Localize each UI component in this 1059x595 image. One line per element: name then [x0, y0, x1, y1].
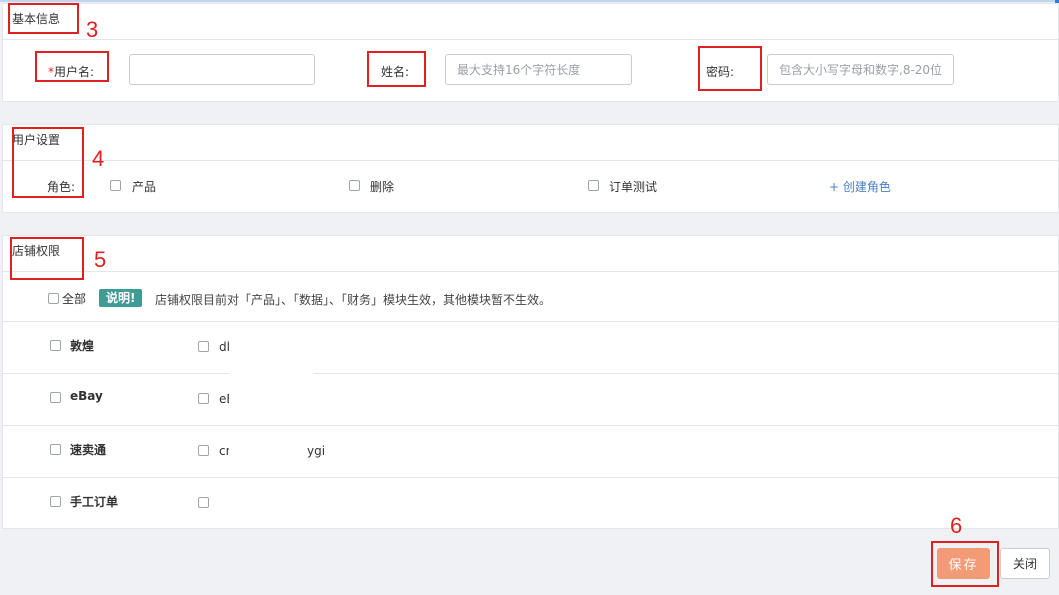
- store-sub-checkbox-4[interactable]: [198, 497, 209, 508]
- annotation-box-password: [698, 46, 762, 91]
- store-sub-checkbox-1[interactable]: [198, 341, 209, 352]
- role-label-order-test: 订单测试: [609, 180, 658, 194]
- store-row-divider: [3, 477, 1059, 478]
- store-label-ebay: eBay: [70, 389, 103, 403]
- note-text: 店铺权限目前对「产品」、「数据」、「财务」模块生效，其他模块暂不生效。: [155, 293, 552, 307]
- all-stores-checkbox[interactable]: [48, 293, 59, 304]
- redaction-mask: [229, 334, 313, 424]
- user-settings-panel: 用户设置 角色: 产品 删除 订单测试 + 创建角色: [2, 124, 1059, 213]
- basic-info-panel: 基本信息 *用户名: 姓名: 密码:: [2, 3, 1059, 102]
- step-number-3: 3: [86, 17, 99, 42]
- user-settings-title: 用户设置: [3, 125, 1058, 161]
- store-label-dunhuang: 敦煌: [70, 339, 95, 353]
- annotation-box-basic-info: [8, 3, 79, 34]
- annotation-box-store-permissions: [10, 237, 84, 280]
- step-number-6: 6: [950, 513, 963, 538]
- username-input[interactable]: [129, 54, 315, 85]
- top-accent-line: [0, 0, 1059, 2]
- all-stores-label: 全部: [62, 292, 87, 306]
- store-sub-label-3-extra: ygi: [307, 444, 326, 458]
- step-number-5: 5: [94, 247, 107, 272]
- redaction-mask: [229, 434, 307, 464]
- password-input[interactable]: [767, 54, 954, 85]
- store-checkbox-dunhuang[interactable]: [50, 340, 61, 351]
- store-permissions-title: 店铺权限: [3, 236, 1058, 272]
- store-label-manual-order: 手工订单: [70, 495, 119, 509]
- basic-info-title: 基本信息: [3, 4, 1058, 40]
- annotation-box-save: [931, 541, 999, 587]
- step-number-4: 4: [92, 146, 105, 171]
- store-checkbox-ebay[interactable]: [50, 392, 61, 403]
- store-checkbox-manual-order[interactable]: [50, 496, 61, 507]
- store-row-divider: [3, 321, 1059, 322]
- store-permissions-panel: 店铺权限 全部 说明! 店铺权限目前对「产品」、「数据」、「财务」模块生效，其他…: [2, 235, 1059, 529]
- store-checkbox-aliexpress[interactable]: [50, 444, 61, 455]
- role-label-product: 产品: [132, 180, 157, 194]
- note-badge: 说明!: [99, 289, 143, 307]
- store-label-aliexpress: 速卖通: [70, 443, 107, 457]
- close-button[interactable]: 关闭: [1000, 548, 1050, 579]
- store-row-divider: [3, 373, 1059, 374]
- role-checkbox-delete[interactable]: [349, 180, 360, 191]
- annotation-box-name: [367, 51, 426, 87]
- store-row-divider: [3, 425, 1059, 426]
- store-sub-checkbox-3[interactable]: [198, 445, 209, 456]
- role-label-delete: 删除: [370, 180, 395, 194]
- store-sub-checkbox-2[interactable]: [198, 393, 209, 404]
- name-input[interactable]: [445, 54, 632, 85]
- create-role-link[interactable]: + 创建角色: [829, 178, 891, 195]
- role-checkbox-order-test[interactable]: [588, 180, 599, 191]
- annotation-box-user-settings: [12, 127, 84, 198]
- annotation-box-username: [35, 51, 109, 82]
- role-checkbox-product[interactable]: [110, 180, 121, 191]
